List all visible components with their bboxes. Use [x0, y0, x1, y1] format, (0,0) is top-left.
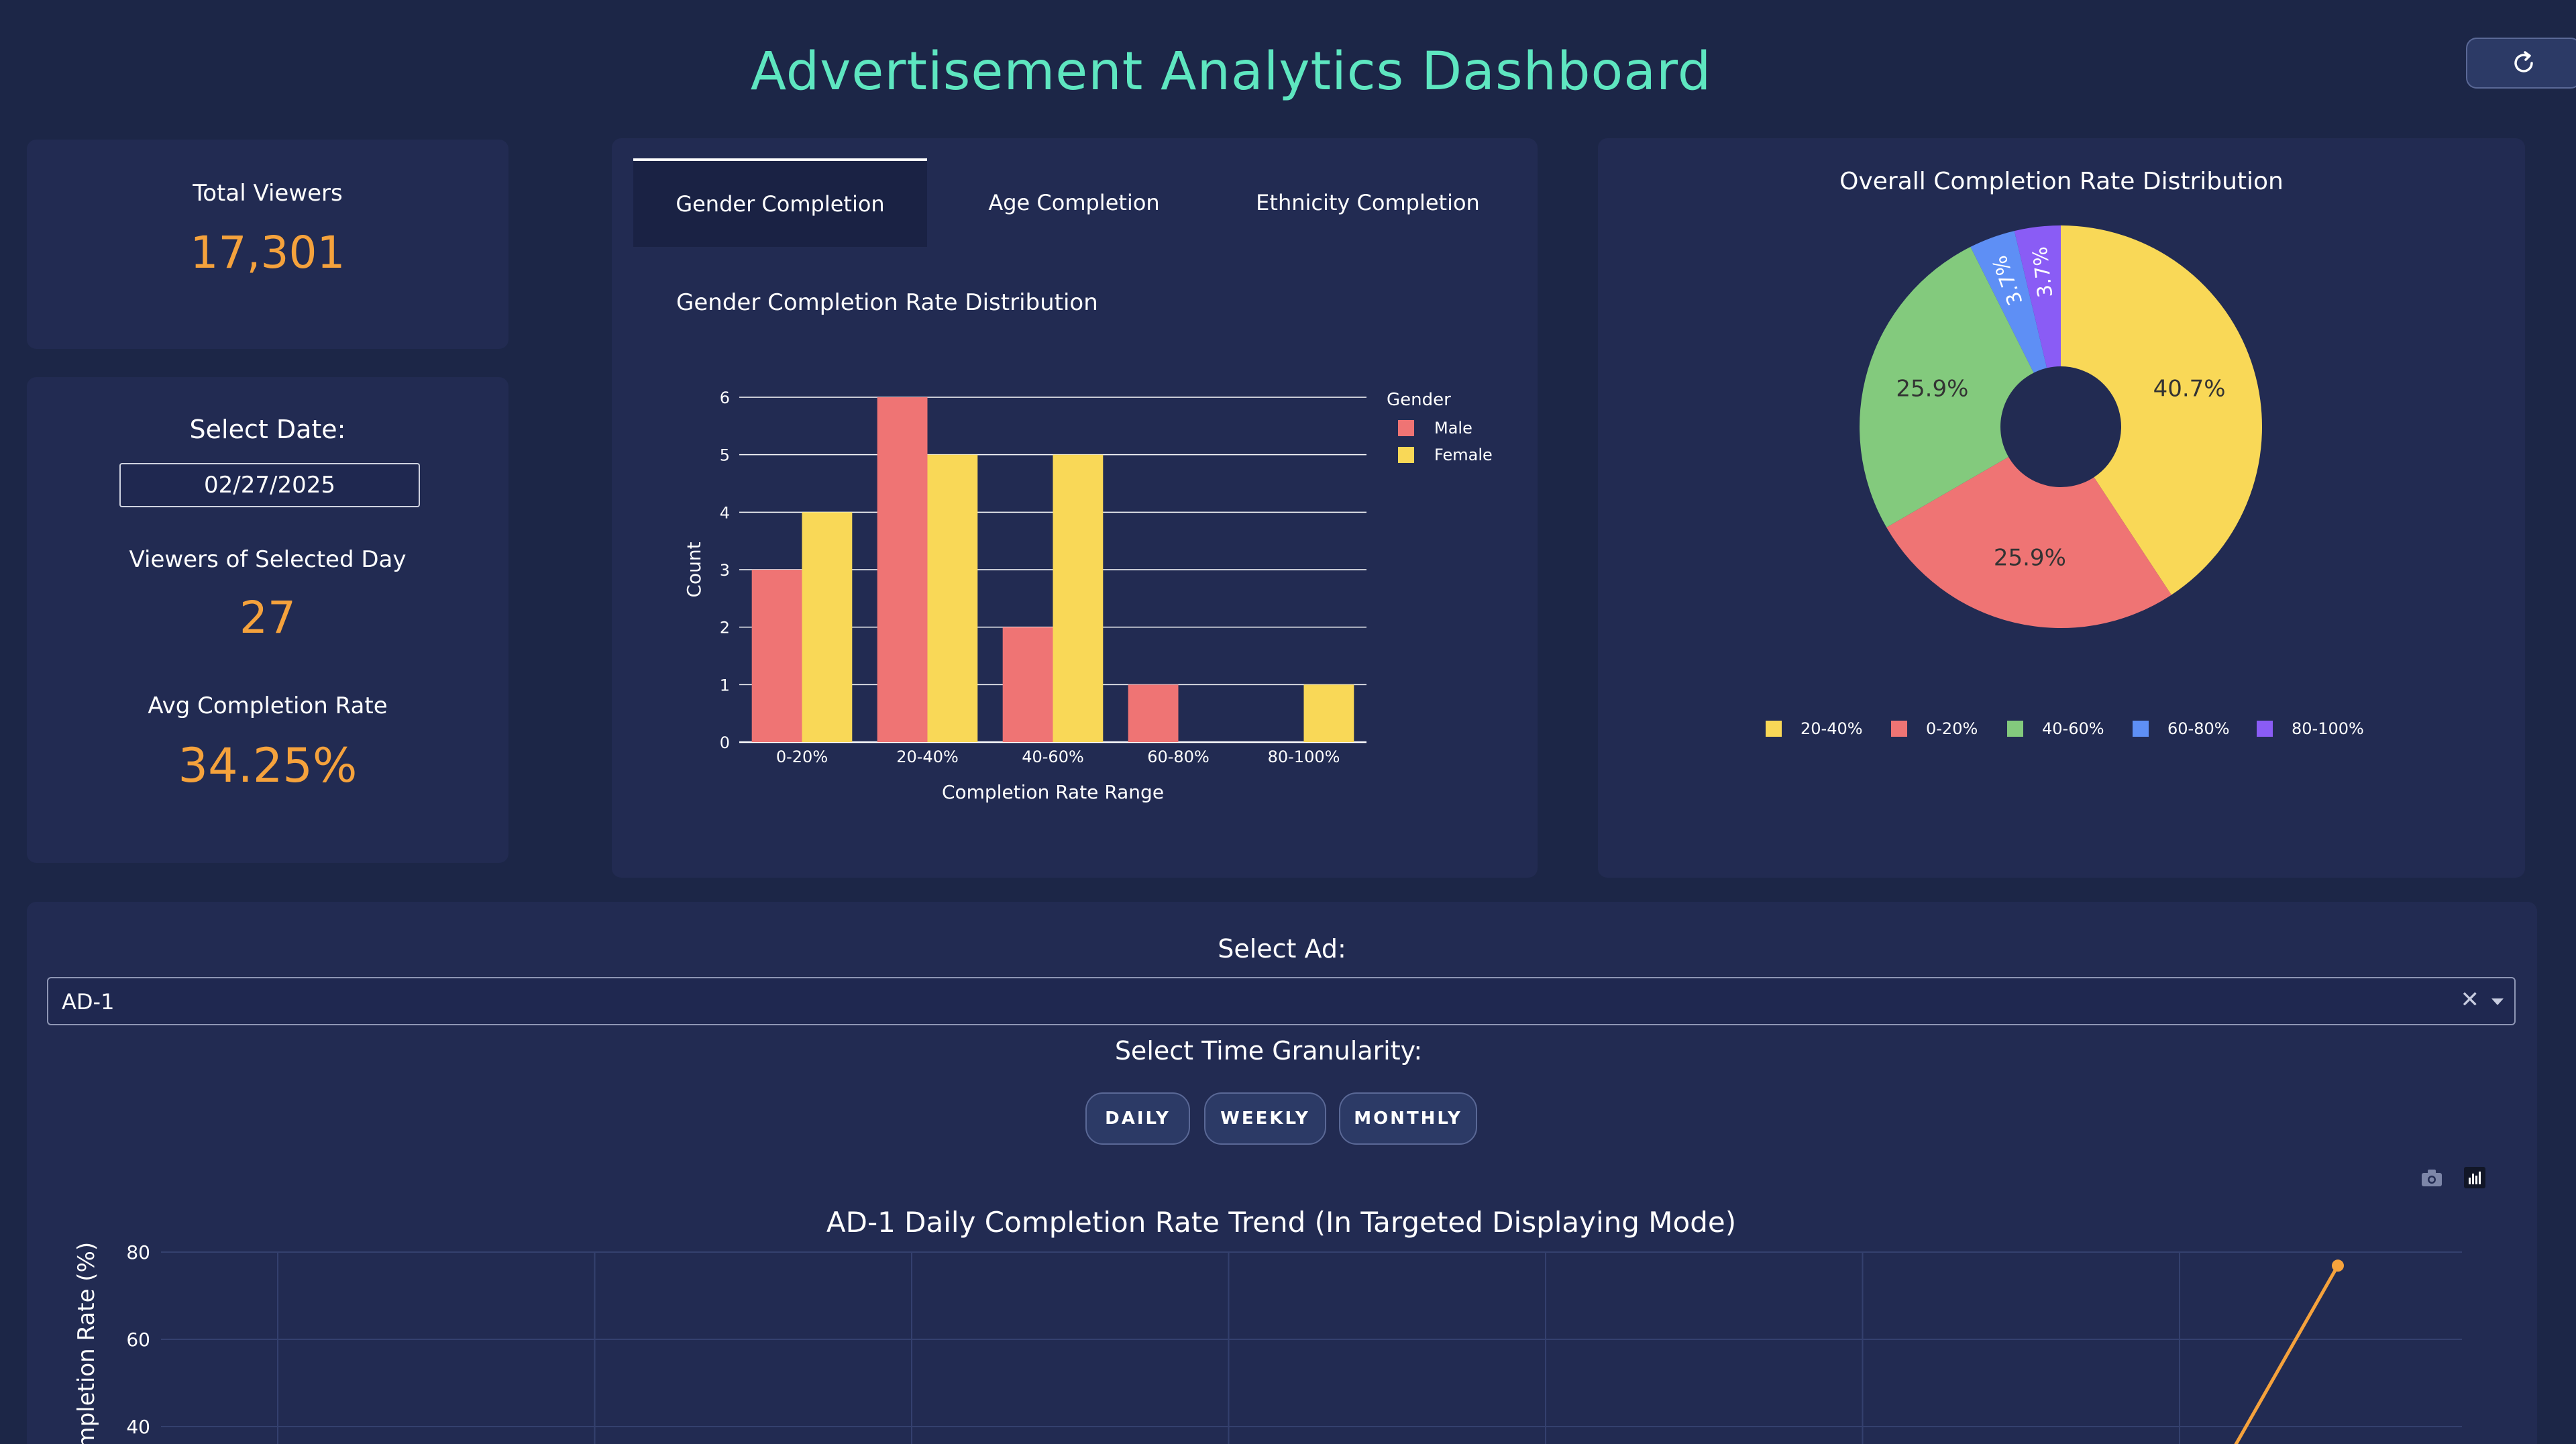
overall-pie-card: Overall Completion Rate Distribution 40.7… — [1598, 138, 2525, 878]
bar-y-tick-label: 4 — [720, 503, 730, 522]
select-date-label: Select Date: — [189, 415, 346, 444]
bar-y-tick-label: 0 — [720, 733, 730, 752]
bar-x-tick-label: 40-60% — [1022, 747, 1084, 766]
total-viewers-label: Total Viewers — [193, 180, 343, 207]
chevron-down-icon[interactable] — [2491, 998, 2504, 1005]
pie-legend-label: 20-40% — [1801, 719, 1863, 738]
pie-slice-label: 40.7% — [2153, 376, 2226, 403]
bar-chart-title: Gender Completion Rate Distribution — [676, 289, 1098, 316]
trend-line-chart: AD-1 Daily Completion Rate Trend (In Tar… — [73, 1206, 2462, 1444]
pie-slice-label: 25.9% — [1994, 545, 2066, 572]
date-card: Select Date: 02/27/2025 Viewers of Selec… — [27, 377, 508, 863]
bar-x-tick-label: 20-40% — [896, 747, 959, 766]
legend-swatch-female — [1398, 447, 1414, 463]
ad-section-card: Select Ad: AD-1 ✕ Select Time Granularit… — [27, 902, 2537, 1444]
ad-dropdown-value: AD-1 — [62, 989, 115, 1015]
bar-y-tick-label: 3 — [720, 561, 730, 580]
overall-pie-chart: Overall Completion Rate Distribution 40.7… — [1766, 168, 2364, 738]
pie-legend-swatch — [2133, 721, 2149, 737]
bar-male — [877, 397, 928, 742]
trend-series-line — [2234, 1264, 2340, 1444]
bar-female — [1303, 684, 1354, 742]
weekly-button[interactable]: WEEKLY — [1204, 1092, 1326, 1145]
pie-legend-label: 40-60% — [2042, 719, 2104, 738]
legend-swatch-male — [1398, 420, 1414, 436]
avg-completion-label: Avg Completion Rate — [148, 692, 388, 719]
bar-y-tick-label: 5 — [720, 446, 730, 465]
date-input[interactable]: 02/27/2025 — [119, 463, 420, 507]
bar-x-tick-label: 80-100% — [1268, 747, 1340, 766]
daily-button[interactable]: DAILY — [1085, 1092, 1190, 1145]
total-viewers-card: Total Viewers 17,301 — [27, 140, 508, 349]
page-title: Advertisement Analytics Dashboard — [750, 42, 1712, 102]
pie-legend-label: 0-20% — [1926, 719, 1978, 738]
trend-y-tick-label: 60 — [126, 1329, 150, 1351]
pie-legend-label: 80-100% — [2292, 719, 2364, 738]
total-viewers-value: 17,301 — [190, 227, 345, 278]
bar-female — [802, 512, 853, 742]
refresh-button[interactable] — [2466, 38, 2576, 89]
bar-male — [1128, 684, 1179, 742]
bar-y-tick-label: 6 — [720, 389, 730, 407]
pie-legend-swatch — [2257, 721, 2273, 737]
trend-y-tick-label: 80 — [126, 1241, 150, 1264]
trend-y-tick-label: 40 — [126, 1416, 150, 1438]
ad-dropdown[interactable]: AD-1 ✕ — [47, 977, 2516, 1025]
refresh-icon — [2514, 51, 2533, 72]
trend-chart-title: AD-1 Daily Completion Rate Trend (In Tar… — [826, 1206, 1736, 1239]
avg-completion-value: 34.25% — [178, 738, 358, 793]
bar-x-tick-label: 60-80% — [1147, 747, 1210, 766]
viewers-selected-day-value: 27 — [239, 592, 296, 643]
trend-y-axis-label: Completion Rate (%) — [73, 1242, 100, 1444]
pie-legend-swatch — [2007, 721, 2023, 737]
bar-male — [1002, 627, 1053, 742]
legend-label-male: Male — [1434, 419, 1472, 437]
granularity-label: Select Time Granularity: — [1114, 1036, 1423, 1066]
trend-data-point — [2332, 1259, 2344, 1272]
bar-legend-title: Gender — [1387, 390, 1451, 410]
legend-label-female: Female — [1434, 446, 1493, 464]
bar-x-tick-label: 0-20% — [776, 747, 828, 766]
gender-bar-chart: Gender Completion Rate Distribution 0 1 2 3 4… — [676, 289, 1493, 803]
pie-chart-title: Overall Completion Rate Distribution — [1839, 168, 2284, 195]
select-ad-label: Select Ad: — [1218, 934, 1346, 964]
pie-legend-label: 60-80% — [2167, 719, 2230, 738]
bar-x-axis-label: Completion Rate Range — [942, 781, 1164, 803]
bar-male — [751, 570, 802, 742]
pie-slice-label: 25.9% — [1896, 376, 1968, 403]
bar-y-tick-label: 2 — [720, 619, 730, 637]
bar-y-axis-label: Count — [683, 542, 705, 597]
clear-icon[interactable]: ✕ — [2461, 986, 2480, 1013]
bar-y-tick-label: 1 — [720, 676, 730, 694]
monthly-button[interactable]: MONTHLY — [1339, 1092, 1477, 1145]
gender-chart-card: Gender Completion Age Completion Ethnici… — [612, 138, 1538, 878]
bar-female — [1053, 454, 1104, 742]
pie-legend-swatch — [1766, 721, 1782, 737]
viewers-selected-day-label: Viewers of Selected Day — [129, 546, 407, 573]
bar-female — [927, 454, 978, 742]
pie-legend-swatch — [1891, 721, 1907, 737]
